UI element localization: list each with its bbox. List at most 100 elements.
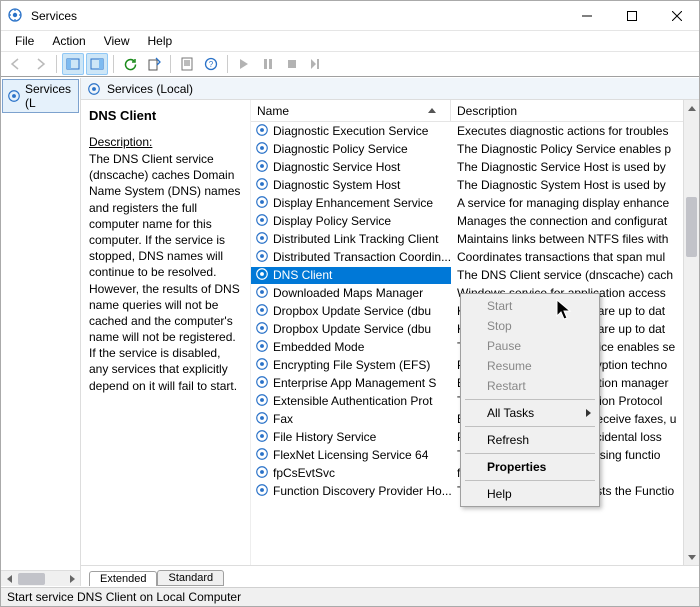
service-description: A service for managing display enhance — [451, 196, 699, 210]
service-row[interactable]: Display Policy ServiceManages the connec… — [251, 212, 699, 230]
help-button[interactable]: ? — [200, 53, 222, 75]
service-description: Manages the connection and configurat — [451, 214, 699, 228]
result-header: Services (Local) — [81, 78, 699, 100]
menu-help[interactable]: Help — [140, 33, 181, 49]
ctx-stop[interactable]: Stop — [463, 316, 597, 336]
description-text: The DNS Client service (dnscache) caches… — [89, 151, 242, 394]
gear-icon — [255, 249, 269, 266]
menu-action[interactable]: Action — [44, 33, 93, 49]
service-row[interactable]: Display Enhancement ServiceA service for… — [251, 194, 699, 212]
tab-extended[interactable]: Extended — [89, 571, 157, 586]
ctx-start[interactable]: Start — [463, 296, 597, 316]
service-row[interactable]: Distributed Transaction Coordin...Coordi… — [251, 248, 699, 266]
toolbar: ? — [1, 51, 699, 77]
detail-pane: DNS Client Description: The DNS Client s… — [81, 100, 251, 565]
toolbar-icon-2[interactable] — [86, 53, 108, 75]
tab-standard[interactable]: Standard — [157, 570, 224, 586]
list-vscrollbar[interactable] — [683, 100, 699, 565]
service-description: The Diagnostic System Host is used by — [451, 178, 699, 192]
gear-icon — [255, 339, 269, 356]
menu-file[interactable]: File — [7, 33, 42, 49]
service-name: fpCsEvtSvc — [273, 466, 335, 480]
scroll-thumb[interactable] — [686, 197, 697, 257]
ctx-all-tasks[interactable]: All Tasks — [463, 403, 597, 423]
context-menu: Start Stop Pause Resume Restart All Task… — [460, 293, 600, 507]
menu-bar: File Action View Help — [1, 31, 699, 51]
service-name: Diagnostic Policy Service — [273, 142, 408, 156]
forward-button[interactable] — [29, 53, 51, 75]
result-pane: Services (Local) DNS Client Description:… — [81, 78, 699, 586]
gear-icon — [255, 465, 269, 482]
svg-text:?: ? — [209, 60, 214, 69]
minimize-button[interactable] — [564, 1, 609, 31]
service-row[interactable]: Diagnostic Policy Service The Diagnostic … — [251, 140, 699, 158]
ctx-refresh[interactable]: Refresh — [463, 430, 597, 450]
gear-icon — [255, 231, 269, 248]
gear-icon — [255, 267, 269, 284]
ctx-restart[interactable]: Restart — [463, 376, 597, 396]
title-bar: Services — [1, 1, 699, 31]
service-row[interactable]: Diagnostic System HostThe Diagnostic Sys… — [251, 176, 699, 194]
close-button[interactable] — [654, 1, 699, 31]
properties-button[interactable] — [176, 53, 198, 75]
service-name: FlexNet Licensing Service 64 — [273, 448, 428, 462]
service-name: Dropbox Update Service (dbu — [273, 304, 431, 318]
maximize-button[interactable] — [609, 1, 654, 31]
service-row[interactable]: Diagnostic Execution ServiceExecutes dia… — [251, 122, 699, 140]
gear-icon — [255, 447, 269, 464]
service-name: Embedded Mode — [273, 340, 364, 354]
service-name: Diagnostic Execution Service — [273, 124, 428, 138]
gear-icon — [255, 159, 269, 176]
restart-service-button[interactable] — [305, 53, 327, 75]
service-name: Extensible Authentication Prot — [273, 394, 432, 408]
column-description[interactable]: Description — [451, 100, 699, 121]
gear-icon — [255, 375, 269, 392]
gear-icon — [255, 483, 269, 500]
gear-icon — [255, 303, 269, 320]
gear-icon — [255, 429, 269, 446]
service-name: Dropbox Update Service (dbu — [273, 322, 431, 336]
gear-icon — [255, 393, 269, 410]
service-description: Maintains links between NTFS files with — [451, 232, 699, 246]
ctx-pause[interactable]: Pause — [463, 336, 597, 356]
gear-icon — [255, 195, 269, 212]
tree-hscrollbar[interactable] — [1, 570, 80, 586]
ctx-properties[interactable]: Properties — [463, 457, 597, 477]
ctx-help[interactable]: Help — [463, 484, 597, 504]
scroll-down-button[interactable] — [684, 548, 699, 565]
back-button[interactable] — [5, 53, 27, 75]
stop-service-button[interactable] — [281, 53, 303, 75]
service-row[interactable]: Distributed Link Tracking ClientMaintain… — [251, 230, 699, 248]
status-bar: Start service DNS Client on Local Comput… — [1, 587, 699, 606]
service-description: The Diagnostic Policy Service enables p — [451, 142, 699, 156]
service-description: The DNS Client service (dnscache) cach — [451, 268, 699, 282]
tree-node-services[interactable]: Services (L — [2, 79, 79, 113]
menu-view[interactable]: View — [96, 33, 138, 49]
export-button[interactable] — [143, 53, 165, 75]
refresh-button[interactable] — [119, 53, 141, 75]
gear-icon — [255, 411, 269, 428]
scroll-up-button[interactable] — [684, 100, 699, 117]
start-service-button[interactable] — [233, 53, 255, 75]
gear-icon — [255, 357, 269, 374]
pause-service-button[interactable] — [257, 53, 279, 75]
service-name: Function Discovery Provider Ho... — [273, 484, 451, 498]
window-title: Services — [31, 9, 77, 23]
column-name[interactable]: Name — [251, 100, 451, 121]
gear-icon — [255, 285, 269, 302]
show-hide-tree-button[interactable] — [62, 53, 84, 75]
service-name: Downloaded Maps Manager — [273, 286, 423, 300]
ctx-separator — [465, 453, 595, 454]
gear-icon — [255, 177, 269, 194]
service-name: Fax — [273, 412, 293, 426]
app-icon — [7, 7, 25, 25]
gear-icon — [255, 141, 269, 158]
description-label: Description: — [89, 135, 242, 149]
service-row[interactable]: DNS ClientThe DNS Client service (dnscac… — [251, 266, 699, 284]
ctx-separator — [465, 426, 595, 427]
service-row[interactable]: Diagnostic Service HostThe Diagnostic Se… — [251, 158, 699, 176]
ctx-resume[interactable]: Resume — [463, 356, 597, 376]
ctx-separator — [465, 399, 595, 400]
ctx-separator — [465, 480, 595, 481]
status-text: Start service DNS Client on Local Comput… — [7, 590, 241, 604]
